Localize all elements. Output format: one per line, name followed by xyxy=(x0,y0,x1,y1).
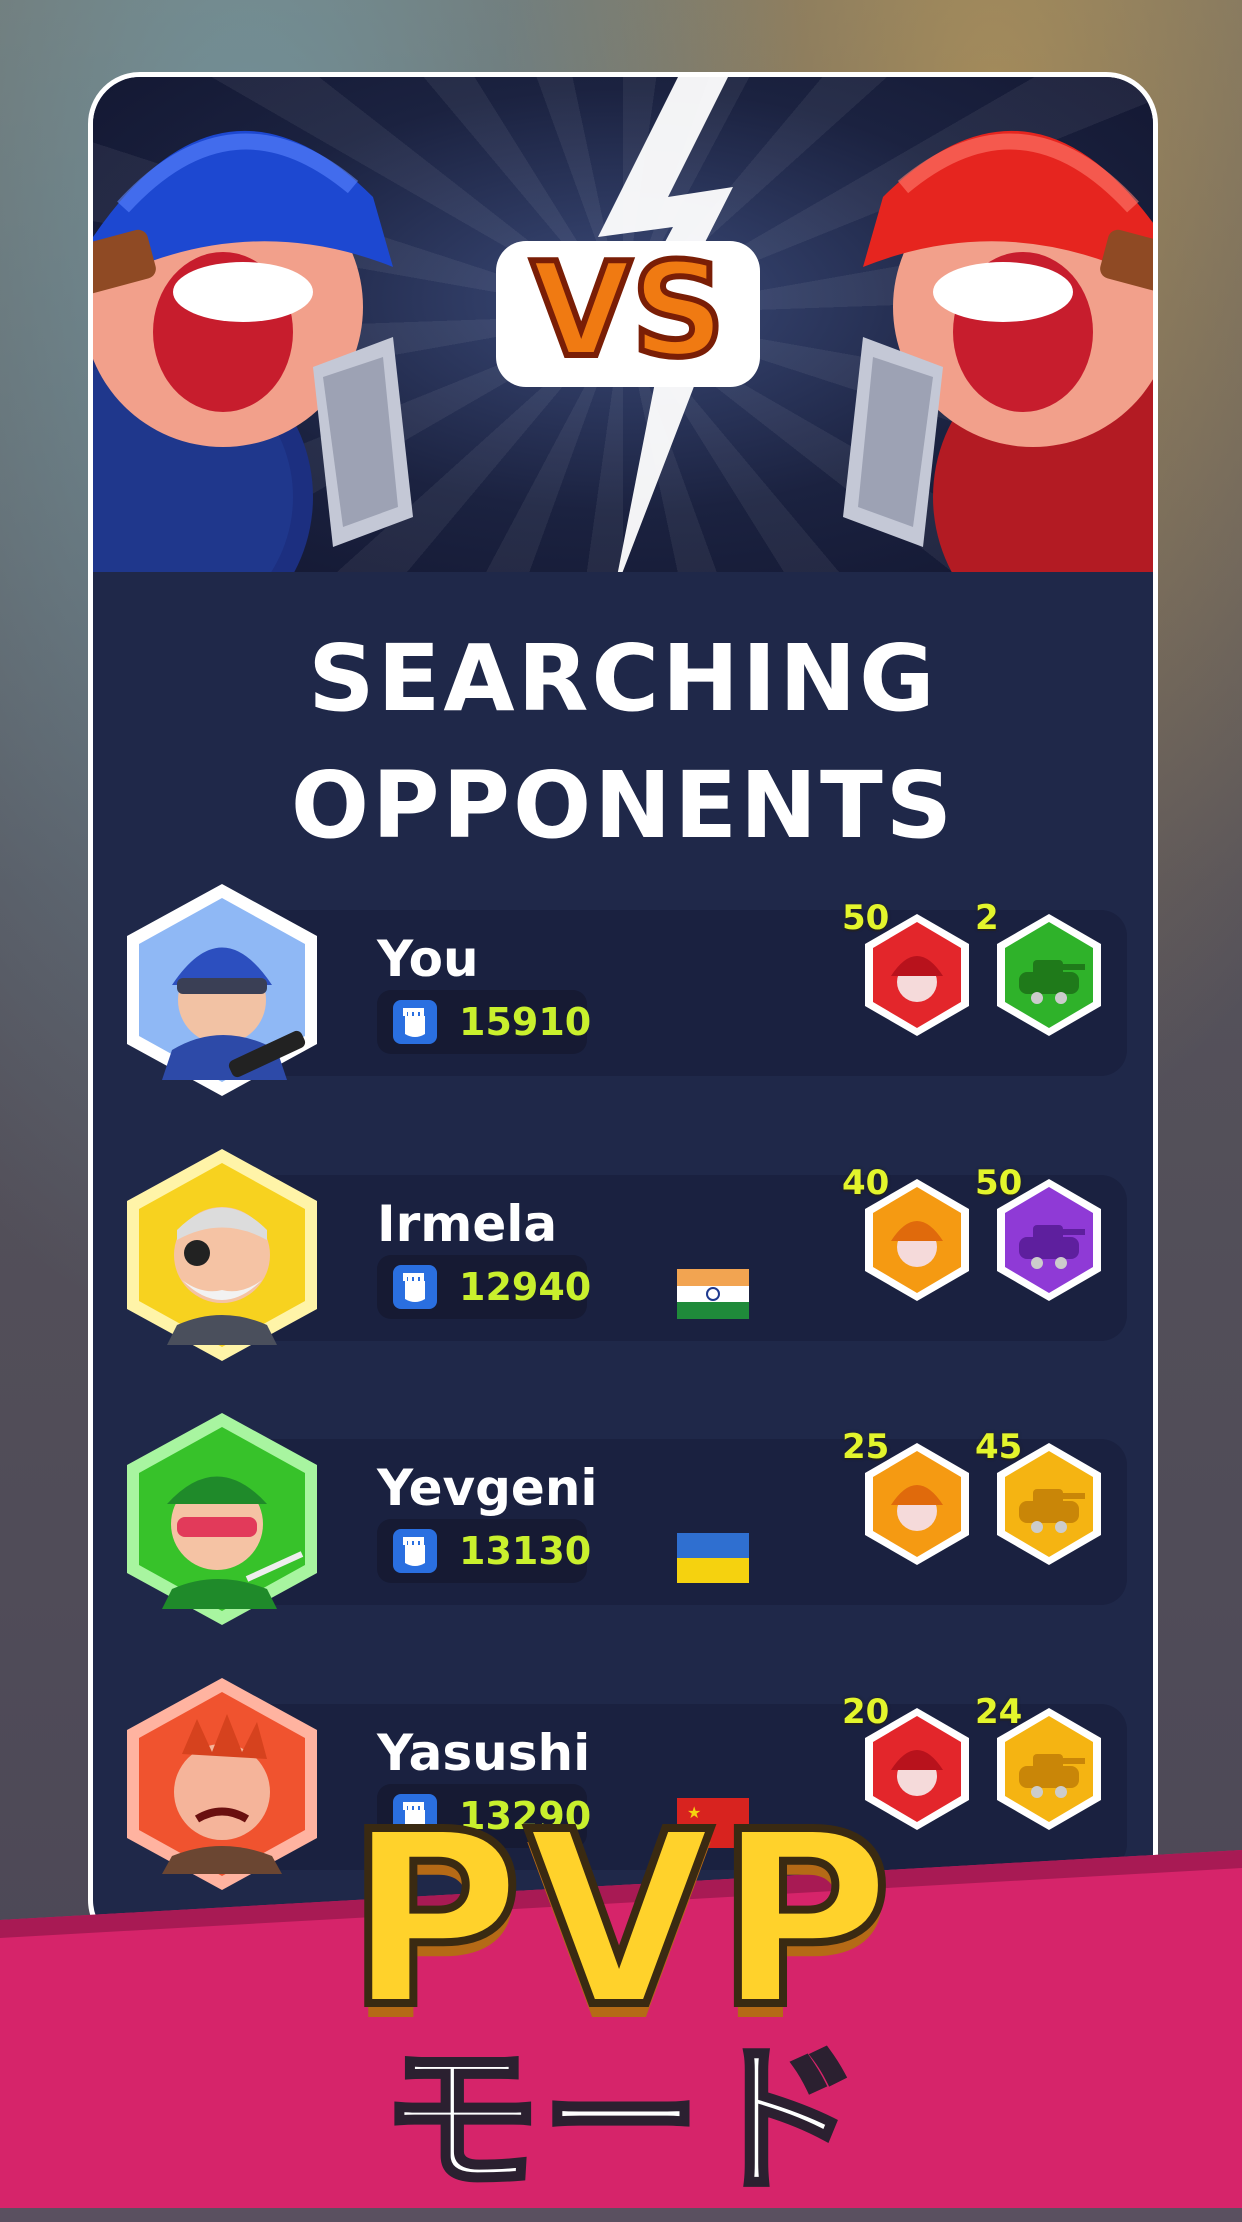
india-flag-icon xyxy=(677,1269,749,1319)
score-value: 12940 xyxy=(459,1265,592,1309)
fist-icon xyxy=(393,1265,437,1309)
trophy-score-box: 15910 xyxy=(377,990,591,1054)
ukraine-flag-icon xyxy=(677,1533,749,1583)
vs-emblem-icon: VS xyxy=(496,231,760,389)
versus-banner: VS xyxy=(93,77,1153,572)
fist-icon xyxy=(393,1000,437,1044)
player-name: You xyxy=(377,930,479,988)
player-name: Yasushi xyxy=(377,1724,591,1782)
soldier-icon xyxy=(865,1179,969,1301)
trophy-score-box: 12940 xyxy=(377,1255,591,1319)
avatar-blue-soldier xyxy=(127,884,317,1096)
search-title-line2: OPPONENTS xyxy=(290,752,956,859)
tank-icon xyxy=(997,1179,1101,1301)
soldier-icon xyxy=(865,1443,969,1565)
player-row-irmela[interactable]: Irmela 12940 40 50 xyxy=(117,1145,1139,1365)
score-value: 13130 xyxy=(459,1529,592,1573)
fist-icon xyxy=(393,1529,437,1573)
player-row-you[interactable]: You 15910 50 2 xyxy=(117,880,1139,1100)
player-name: Irmela xyxy=(377,1195,558,1253)
avatar-green-sniper xyxy=(127,1413,317,1625)
trophy-score-box: 13130 xyxy=(377,1519,591,1583)
tank-icon xyxy=(997,1443,1101,1565)
player-row-yevgeni[interactable]: Yevgeni 13130 25 45 xyxy=(117,1409,1139,1629)
svg-text:VS: VS xyxy=(531,234,725,386)
search-title-line1: SEARCHING xyxy=(308,625,938,732)
soldier-icon xyxy=(865,914,969,1036)
matchmaking-card: VS SEARCHING OPPONENTS You 15910 50 2 Ir… xyxy=(88,72,1158,1952)
avatar-eyepatch-general xyxy=(127,1149,317,1361)
tank-icon xyxy=(997,914,1101,1036)
score-value: 15910 xyxy=(459,1000,592,1044)
player-name: Yevgeni xyxy=(377,1459,598,1517)
promo-subtitle: モード xyxy=(378,2024,863,2216)
